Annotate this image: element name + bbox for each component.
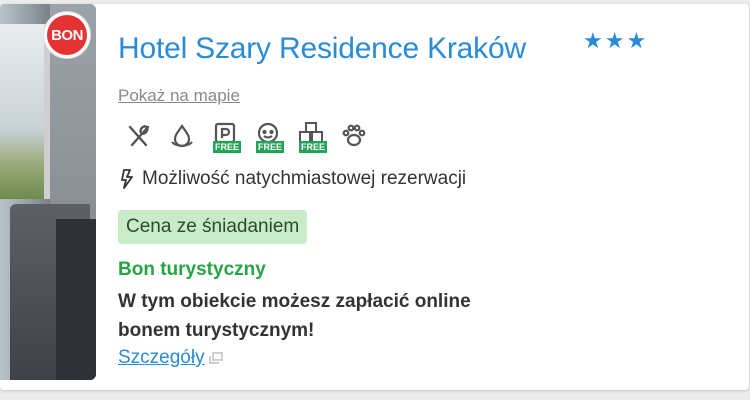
water-drop-icon [167,121,201,155]
blocks-icon: FREE [296,121,330,155]
price-badge: Cena ze śniadaniem [118,210,308,244]
bon-badge-label: BON [47,15,87,55]
amenities-list: FREE FREE FREE [124,121,373,155]
photo-chair-back [56,219,96,380]
hotel-card: BON Hotel Szary Residence Kraków ★★★ Pok… [0,4,749,390]
lightning-icon [121,169,133,189]
baby-icon: FREE [253,121,287,155]
bon-turystyczny-text: W tym obiekcie możesz zapłacić online bo… [118,291,471,341]
hotel-photo[interactable]: BON [0,4,96,380]
parking-free-badge: FREE [213,141,242,153]
instant-booking-label: Możliwość natychmiastowej rezerwacji [142,168,467,189]
instant-booking: Możliwość natychmiastowej rezerwacji [120,168,466,190]
baby-free-badge: FREE [256,141,285,153]
blocks-free-badge: FREE [299,141,328,153]
restaurant-icon [124,121,158,155]
show-on-map-link[interactable]: Pokaż na mapie [118,86,240,106]
photo-window [0,24,50,199]
paw-icon [339,121,373,155]
star-rating: ★★★ [583,28,649,53]
details-link-label[interactable]: Szczegóły [118,347,205,369]
details-link[interactable]: Szczegóły [118,347,223,369]
bon-turystyczny-heading: Bon turystyczny [118,259,266,280]
bon-badge: BON [44,12,90,58]
hotel-name[interactable]: Hotel Szary Residence Kraków [118,32,526,66]
parking-icon: FREE [210,121,244,155]
external-window-icon [208,352,223,364]
